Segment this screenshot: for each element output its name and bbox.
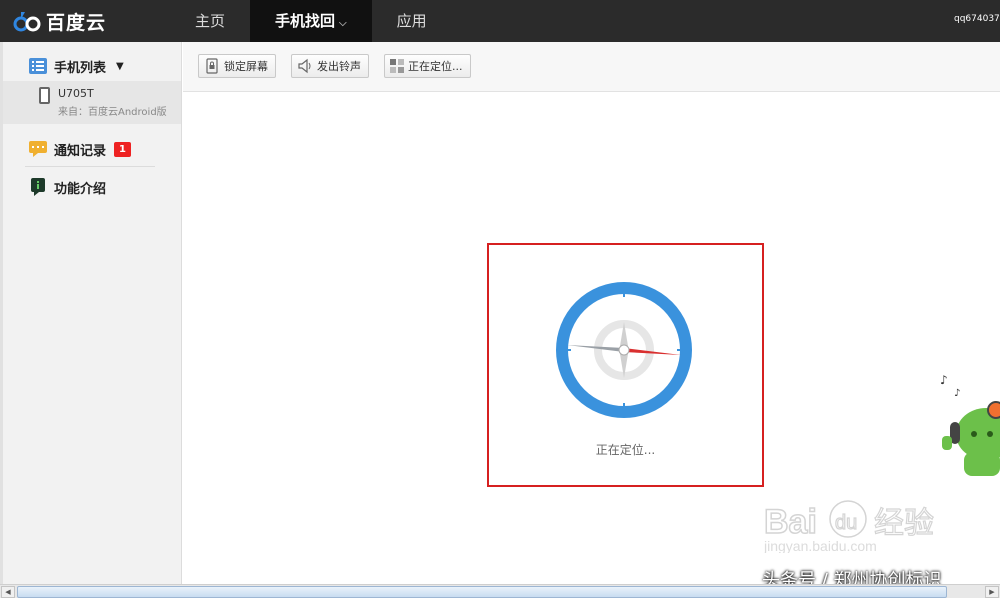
svg-text:经验: 经验 bbox=[874, 506, 934, 541]
locating-panel: 正在定位... bbox=[487, 243, 764, 487]
sidebar: 手机列表 ▼ U705T 来自：百度云Android版 通知记录 1 功能介绍 bbox=[0, 42, 182, 584]
toolbar: 锁定屏幕 发出铃声 正在定位... bbox=[183, 42, 1000, 92]
nav-home[interactable]: 主页 bbox=[170, 0, 250, 42]
device-source: 来自：百度云Android版 bbox=[58, 107, 167, 118]
phone-icon bbox=[39, 87, 50, 104]
nav-home-label: 主页 bbox=[195, 12, 226, 30]
top-bar: 百度云 主页 手机找回⌵ 应用 qq6740377 bbox=[0, 0, 1000, 42]
lock-screen-label: 锁定屏幕 bbox=[224, 60, 268, 73]
nav-apps[interactable]: 应用 bbox=[372, 0, 452, 42]
notifications-label: 通知记录 bbox=[54, 143, 107, 159]
notifications-item[interactable]: 通知记录 1 bbox=[29, 137, 131, 161]
dropdown-arrow-icon[interactable]: ▼ bbox=[116, 61, 124, 72]
mascot-icon: ♪ ♪ bbox=[940, 373, 1000, 476]
phone-list-header[interactable]: 手机列表 ▼ bbox=[29, 54, 124, 78]
locate-label: 正在定位... bbox=[408, 60, 463, 73]
divider bbox=[25, 166, 155, 167]
svg-text:♪: ♪ bbox=[954, 388, 960, 399]
notification-count-badge: 1 bbox=[114, 141, 131, 157]
baidu-cloud-logo[interactable]: 百度云 bbox=[12, 7, 106, 35]
phone-list-label: 手机列表 bbox=[54, 60, 107, 76]
cloud-logo-icon bbox=[13, 12, 41, 32]
horizontal-scrollbar[interactable]: ◀ ▶ bbox=[0, 584, 1000, 598]
lock-screen-icon bbox=[206, 58, 218, 74]
features-item[interactable]: 功能介绍 bbox=[29, 175, 106, 199]
lock-screen-button[interactable]: 锁定屏幕 bbox=[198, 54, 276, 78]
ring-button[interactable]: 发出铃声 bbox=[291, 54, 369, 78]
nav-apps-label: 应用 bbox=[396, 12, 427, 30]
locate-button[interactable]: 正在定位... bbox=[384, 54, 471, 78]
device-item[interactable]: U705T 来自：百度云Android版 bbox=[3, 81, 181, 124]
grid-icon bbox=[390, 59, 404, 73]
page: 百度云 主页 手机找回⌵ 应用 qq6740377 手机列表 ▼ bbox=[0, 0, 1000, 598]
svg-text:Bai: Bai bbox=[764, 503, 817, 541]
baidu-jingyan-watermark: Bai du 经验 jingyan.baidu.com bbox=[762, 497, 952, 557]
logo-text: 百度云 bbox=[46, 11, 107, 34]
scroll-right-button[interactable]: ▶ bbox=[985, 586, 999, 598]
compass-icon bbox=[556, 282, 692, 418]
svg-text:♪: ♪ bbox=[940, 373, 948, 387]
speaker-icon bbox=[298, 58, 311, 74]
main-nav: 主页 手机找回 ⌵ 应用 bbox=[170, 0, 452, 42]
device-name: U705T bbox=[58, 87, 94, 100]
ring-label: 发出铃声 bbox=[317, 60, 361, 73]
features-label: 功能介绍 bbox=[54, 181, 107, 197]
list-icon bbox=[29, 58, 47, 74]
info-icon bbox=[31, 178, 45, 196]
nav-find-phone-label: 手机找回 bbox=[275, 12, 336, 30]
scroll-left-button[interactable]: ◀ bbox=[1, 586, 15, 598]
chevron-down-icon[interactable]: ⌵ bbox=[339, 18, 347, 29]
watermark-url: jingyan.baidu.com bbox=[763, 538, 877, 553]
user-account[interactable]: qq6740377 bbox=[954, 14, 1000, 24]
nav-find-phone[interactable]: 手机找回 ⌵ bbox=[250, 0, 372, 42]
watermark-logo: Bai du 经验 jingyan.baidu.com bbox=[763, 500, 935, 554]
svg-text:du: du bbox=[835, 512, 857, 534]
scroll-thumb[interactable] bbox=[17, 586, 947, 598]
message-icon bbox=[29, 141, 47, 157]
locating-status: 正在定位... bbox=[595, 443, 656, 457]
